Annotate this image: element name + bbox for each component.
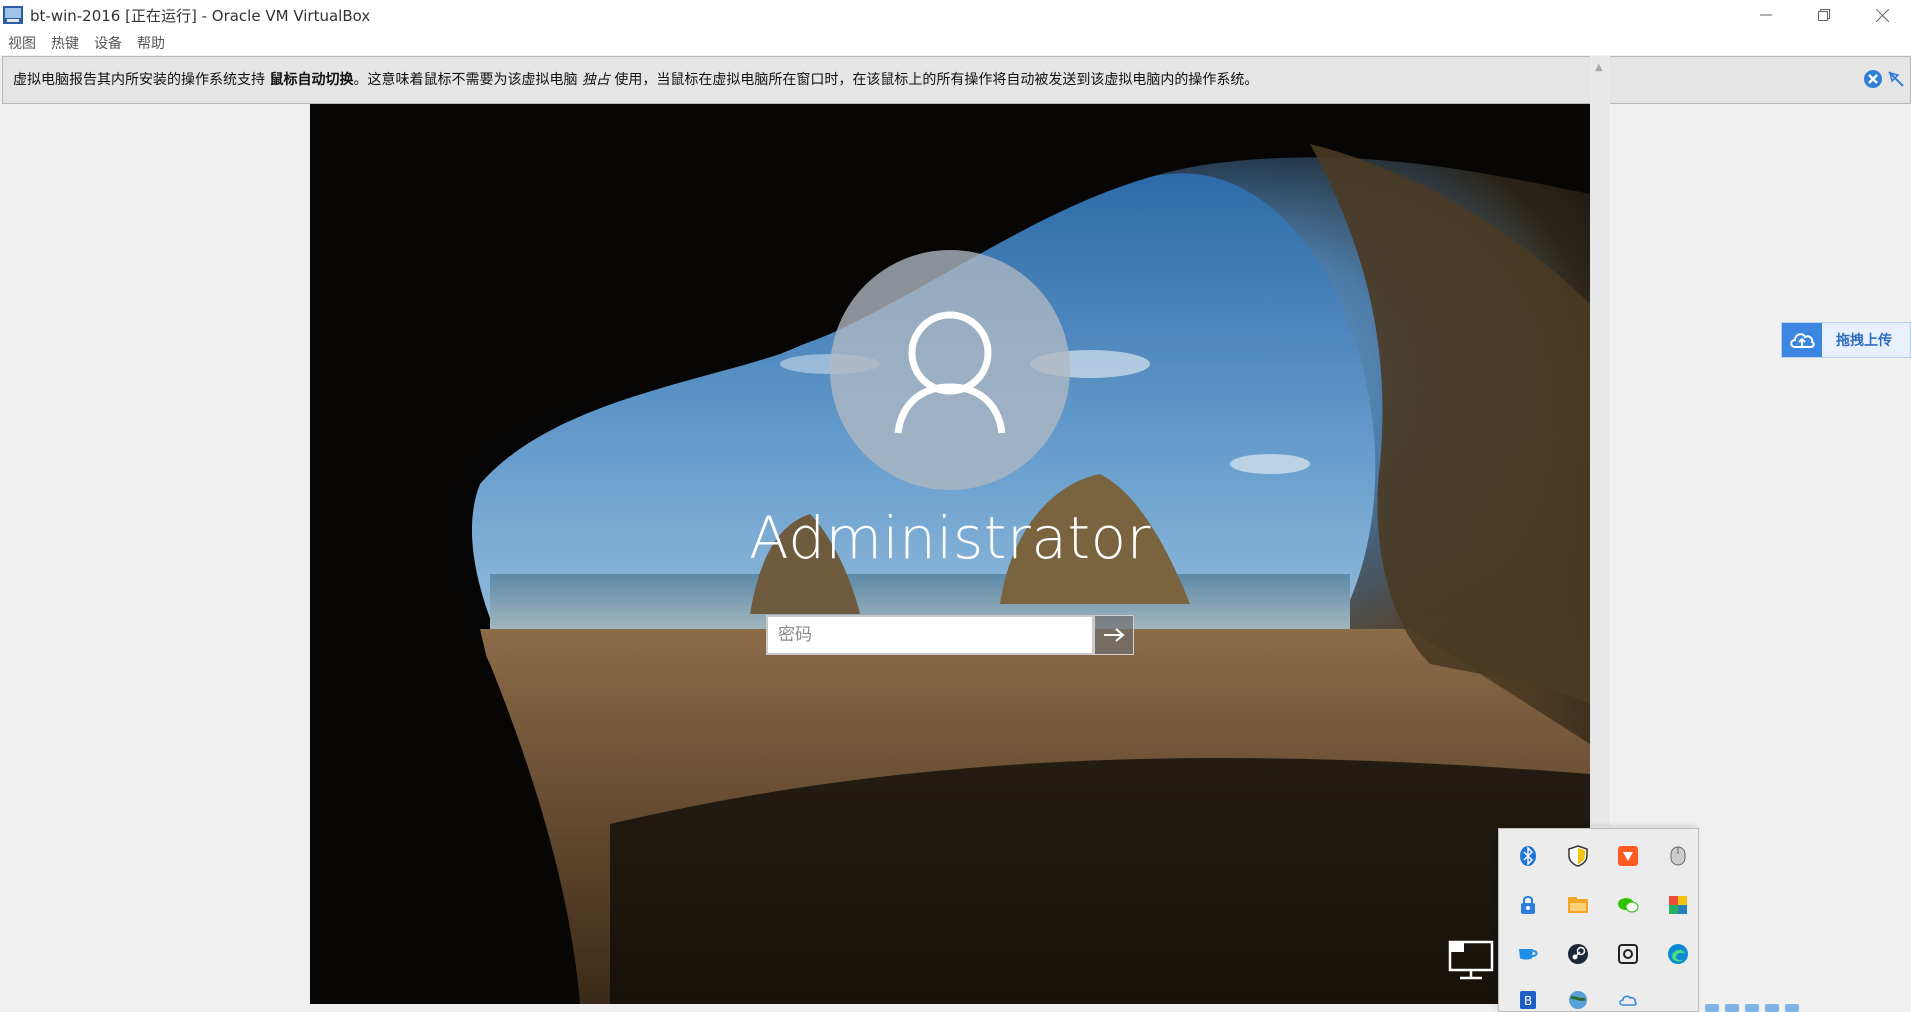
vm-display[interactable]: Administrator [310, 104, 1590, 1004]
taskbar-strip [1705, 1004, 1835, 1012]
upload-label: 拖拽上传 [1836, 333, 1892, 349]
password-input[interactable] [766, 615, 1094, 655]
close-icon [1875, 8, 1889, 22]
user-icon [894, 311, 1006, 434]
cloud-upload-icon [1782, 323, 1822, 357]
arrow-right-icon [1104, 628, 1125, 642]
restore-icon [1818, 9, 1830, 21]
restore-button[interactable] [1795, 0, 1853, 30]
minimize-button[interactable] [1737, 0, 1795, 30]
mouse-icon[interactable] [1665, 843, 1691, 869]
window-controls [1737, 0, 1911, 30]
shield-icon[interactable] [1565, 843, 1591, 869]
edge-icon[interactable] [1665, 941, 1691, 967]
menu-devices[interactable]: 设备 [94, 33, 122, 53]
folder-icon[interactable] [1565, 892, 1591, 918]
cloud-icon[interactable] [1615, 987, 1641, 1012]
menu-help[interactable]: 帮助 [137, 33, 165, 53]
bt-icon[interactable]: B [1515, 987, 1541, 1012]
colors-icon[interactable] [1665, 892, 1691, 918]
wechat-icon[interactable] [1615, 892, 1641, 918]
capture-icon[interactable] [1615, 941, 1641, 967]
close-button[interactable] [1853, 0, 1911, 30]
user-avatar [830, 250, 1070, 490]
close-notification-icon[interactable] [1863, 69, 1883, 89]
vertical-scrollbar[interactable]: ▲ [1590, 56, 1610, 826]
submit-button[interactable] [1094, 615, 1134, 655]
user-name: Administrator [749, 504, 1151, 572]
app-red-icon[interactable] [1615, 843, 1641, 869]
window-title: bt-win-2016 [正在运行] - Oracle VM VirtualBo… [30, 6, 371, 25]
minimize-icon [1760, 14, 1772, 16]
notification-banner: 虚拟电脑报告其内所安装的操作系统支持 鼠标自动切换。这意味着鼠标不需要为该虚拟电… [2, 56, 1911, 104]
menu-hotkeys[interactable]: 热键 [51, 33, 79, 53]
steam-icon[interactable] [1565, 941, 1591, 967]
menu-bar: 视图 热键 设备 帮助 [0, 30, 1911, 55]
notification-text: 虚拟电脑报告其内所安装的操作系统支持 鼠标自动切换。这意味着鼠标不需要为该虚拟电… [13, 72, 1259, 88]
tray-overflow-panel: B [1498, 828, 1699, 1012]
bluetooth-icon[interactable] [1515, 843, 1541, 869]
title-bar: bt-win-2016 [正在运行] - Oracle VM VirtualBo… [0, 0, 1911, 30]
menu-view[interactable]: 视图 [8, 33, 36, 53]
cup-icon[interactable] [1515, 941, 1541, 967]
upload-widget[interactable]: 拖拽上传 [1781, 322, 1911, 358]
scroll-up-icon[interactable]: ▲ [1595, 62, 1603, 73]
lock-icon[interactable] [1515, 892, 1541, 918]
globe-icon[interactable] [1565, 987, 1591, 1012]
mouse-integration-icon[interactable] [1886, 69, 1906, 89]
svg-text:B: B [1524, 994, 1532, 1008]
monitor-icon[interactable] [1448, 940, 1494, 980]
virtualbox-icon [3, 6, 23, 24]
